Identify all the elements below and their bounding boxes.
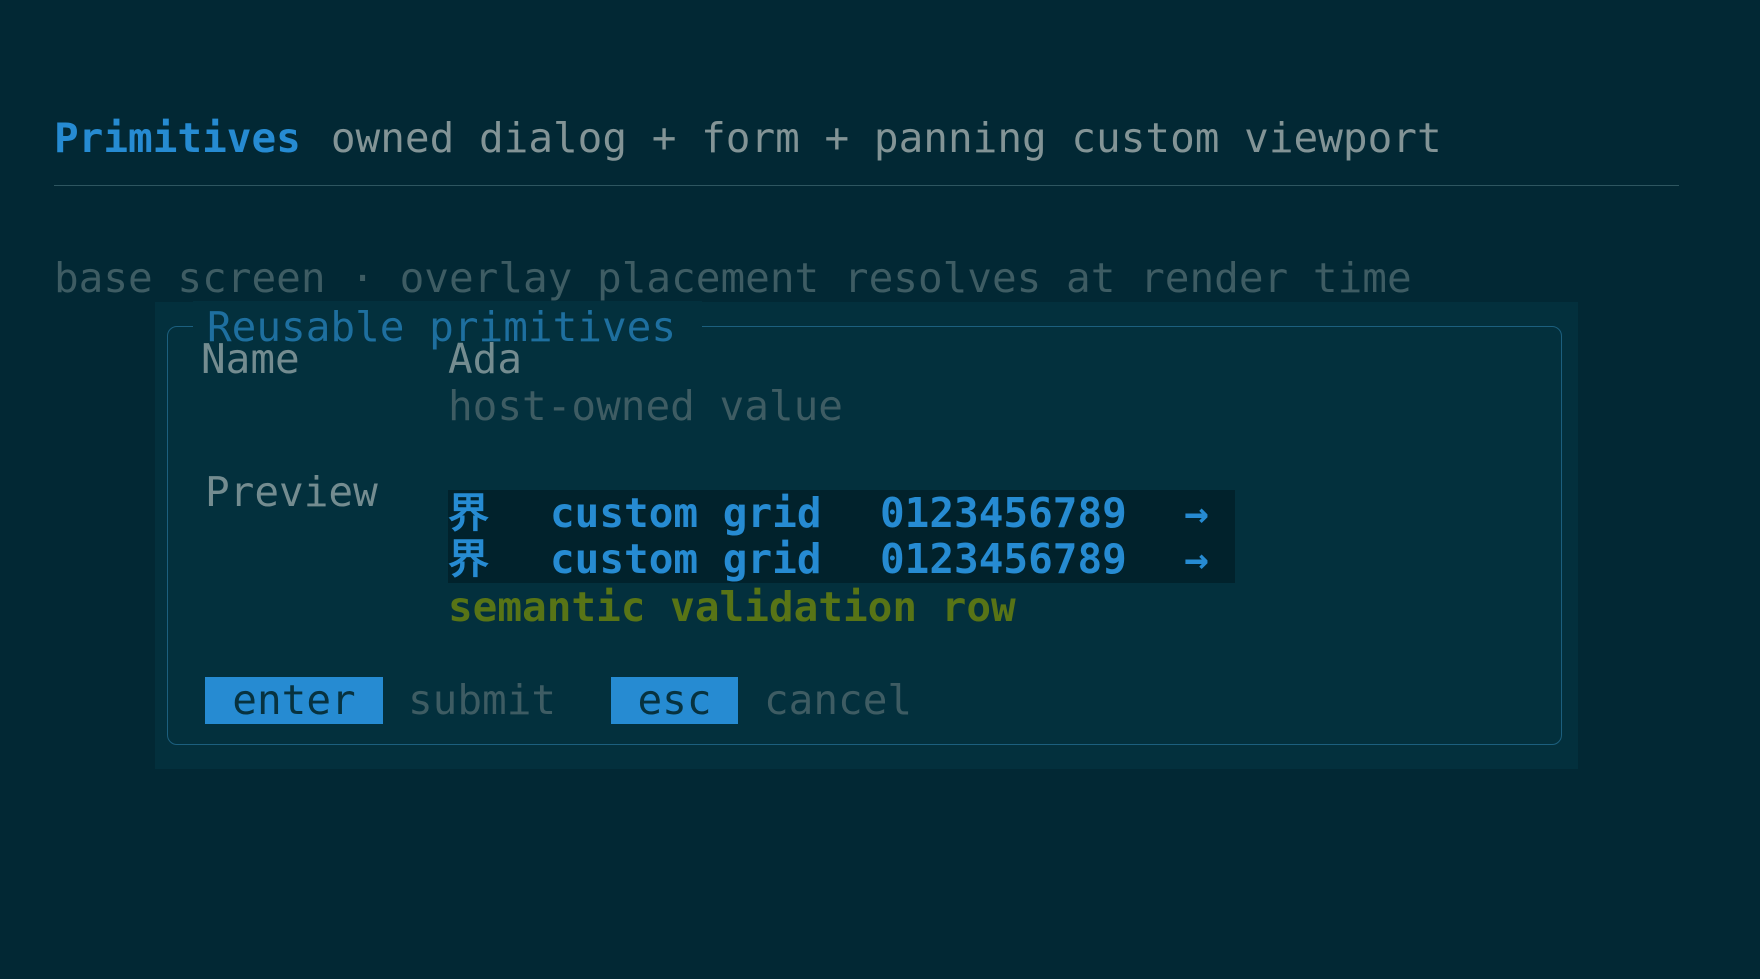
viewport-row-digits: 0123456789 — [880, 535, 1127, 583]
dialog-overlay: Reusable primitives Name Ada host-owned … — [155, 301, 1578, 769]
viewport-row-text: custom grid — [550, 489, 822, 537]
submit-action-label: submit — [408, 676, 557, 724]
base-screen-text: base screen · overlay placement resolves… — [54, 254, 1412, 302]
viewport-row-digits: 0123456789 — [880, 489, 1127, 537]
app-subtitle: owned dialog + form + panning custom vie… — [330, 114, 1442, 162]
name-hint: host-owned value — [448, 382, 843, 430]
preview-label: Preview — [205, 468, 378, 516]
right-arrow-icon: → — [1184, 489, 1209, 537]
dialog-frame: Reusable primitives Name Ada host-owned … — [167, 301, 1562, 745]
custom-viewport[interactable]: 界 custom grid 0123456789 → 界 custom grid… — [448, 490, 1235, 583]
right-arrow-icon: → — [1184, 535, 1209, 583]
cjk-glyph: 界 — [448, 489, 489, 537]
esc-key-button[interactable]: esc — [611, 677, 738, 724]
name-label: Name — [201, 335, 300, 383]
app-title: Primitives — [54, 114, 301, 162]
header-divider — [54, 185, 1679, 186]
enter-key-button[interactable]: enter — [205, 677, 383, 724]
viewport-row: 界 custom grid 0123456789 → — [448, 490, 1235, 536]
app-root: Primitives owned dialog + form + panning … — [0, 0, 1760, 979]
viewport-row: 界 custom grid 0123456789 → — [448, 536, 1235, 582]
cjk-glyph: 界 — [448, 535, 489, 583]
cancel-action-label: cancel — [764, 676, 913, 724]
viewport-row-text: custom grid — [550, 535, 822, 583]
header: Primitives owned dialog + form + panning … — [54, 110, 1442, 166]
name-field[interactable]: Ada — [448, 335, 522, 383]
validation-row: semantic validation row — [448, 583, 1016, 631]
